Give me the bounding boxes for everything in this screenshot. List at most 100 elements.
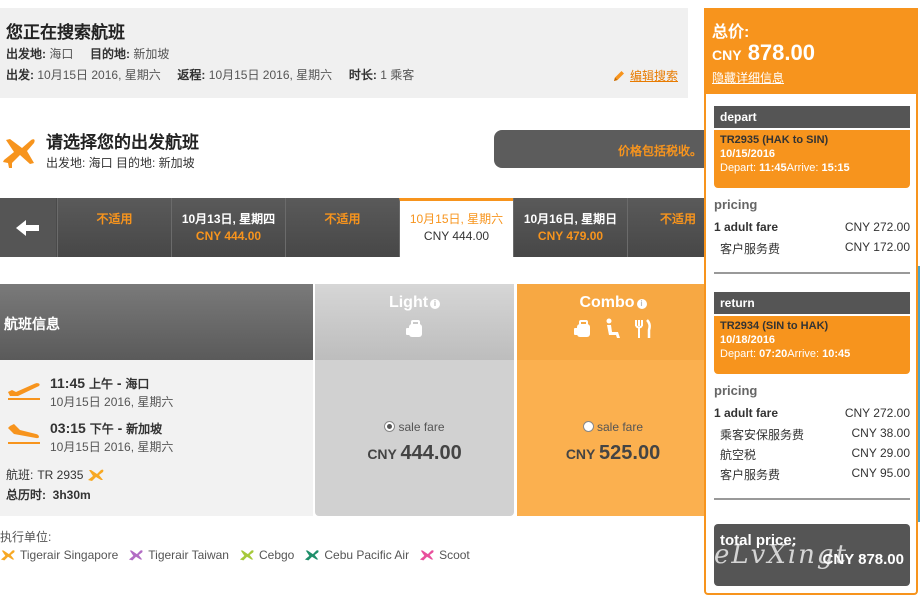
operators-label: 执行单位: (0, 530, 52, 544)
combo-fare-currency: CNY (565, 446, 596, 462)
date-cell-selected[interactable]: 10月15日, 星期六 CNY 444.00 (399, 198, 513, 257)
depart-dep-time: 11:45 (759, 162, 787, 174)
light-fare-header: Light i (315, 284, 514, 360)
edit-search-link[interactable]: 编辑搜索 (612, 67, 678, 84)
pricing-label: 航空税 (720, 448, 757, 462)
pricing-label: 1 adult fare (714, 406, 779, 420)
from-value: 海口 (49, 47, 74, 61)
return-arr-time: 10:45 (822, 348, 851, 360)
depart-value: 10月15日 2016, 星期六 (37, 68, 161, 82)
operator-plane-icon (419, 550, 434, 561)
depart-pricing-header: pricing (714, 197, 758, 212)
light-fare-radio-label: sale fare (398, 420, 445, 434)
operator-name: Scoot (439, 548, 470, 562)
date-label: 不适用 (96, 212, 133, 226)
radio-dot[interactable] (582, 421, 594, 432)
date-cell[interactable]: 不适用 (627, 198, 706, 257)
duration-value: 3h30m (52, 488, 91, 502)
flight-number-row: 航班: TR 2935 (6, 466, 105, 483)
radio-dot-selected[interactable] (384, 421, 396, 432)
depart-label: 出发: (6, 68, 34, 82)
depart-section-box: TR2935 (HAK to SIN) 10/15/2016 Depart: 1… (714, 130, 910, 188)
depart-times: Depart: 11:45Arrive: 15:15 (720, 162, 910, 174)
return-section-box: TR2934 (SIN to HAK) 10/18/2016 Depart: 0… (714, 316, 910, 374)
combo-fare-body[interactable]: sale fare CNY 525.00 (517, 360, 709, 516)
dates-row: 出发: 10月15日 2016, 星期六 返程: 10月15日 2016, 星期… (6, 66, 414, 83)
operator-item: Scoot (419, 548, 470, 562)
depart-flight: TR2935 (HAK to SIN) (720, 134, 829, 146)
date-cell[interactable]: 10月16日, 星期日 CNY 479.00 (513, 198, 627, 257)
search-summary: 您正在搜索航班 出发地: 海口 目的地: 新加坡 出发: 10月15日 2016… (0, 8, 688, 98)
duration-label: 总历时: (6, 488, 46, 502)
flight-info-body: 11:45 上午 - 海口 10月15日 2016, 星期六 03:15 下午 … (0, 360, 313, 516)
return-flight: TR2934 (SIN to HAK) (720, 320, 829, 332)
meal-icon (635, 319, 651, 338)
light-fare-currency: CNY (367, 446, 397, 462)
date-cell[interactable]: 不适用 (285, 198, 399, 257)
depart-time: 11:45 上午 - 海口 (50, 375, 150, 391)
return-value: 10月15日 2016, 星期六 (208, 68, 333, 82)
total-duration: 总历时: 3h30m (6, 486, 91, 503)
date-strip: 不适用 10月13日, 星期四 CNY 444.00 不适用 10月15日, 星… (0, 198, 706, 257)
info-icon[interactable]: i (430, 299, 441, 309)
divider (714, 498, 910, 500)
return-pricing-header: pricing (714, 383, 758, 398)
tax-included-note: 价格包括税收。 (494, 130, 706, 168)
return-times: Depart: 07:20Arrive: 10:45 (720, 348, 910, 360)
light-fare-amount: 444.00 (400, 442, 462, 464)
combo-fare-price: CNY 525.00 (517, 442, 709, 465)
light-fare-radio[interactable]: sale fare (315, 420, 514, 434)
airplane-icon (3, 139, 35, 168)
select-subtitle: 出发地: 海口 目的地: 新加坡 (46, 156, 195, 170)
depart-time-value: 11:45 (50, 375, 86, 391)
date-price: CNY 444.00 (195, 229, 262, 243)
from-label: 出发地: (6, 47, 46, 61)
operator-item: Cebgo (239, 548, 294, 562)
page: 您正在搜索航班 出发地: 海口 目的地: 新加坡 出发: 10月15日 2016… (0, 0, 920, 595)
date-cell[interactable]: 10月13日, 星期四 CNY 444.00 (171, 198, 285, 257)
depart-date: 10/15/2016 (720, 148, 776, 160)
hide-details-link[interactable]: 隐藏详细信息 (712, 69, 784, 86)
date-label: 10月16日, 星期日 (523, 212, 618, 226)
pricing-value: CNY 38.00 (851, 426, 910, 440)
combo-fare-radio-label: sale fare (596, 420, 644, 434)
pricing-row: 1 adult fare CNY 272.00 (714, 406, 910, 420)
combo-fare-radio[interactable]: sale fare (517, 420, 709, 434)
light-fare-body[interactable]: sale fare CNY 444.00 (315, 360, 514, 516)
depart-place: 海口 (125, 377, 150, 391)
combo-fare-amount: 525.00 (599, 442, 661, 464)
operator-plane-icon (129, 550, 143, 561)
arrive-date: 10月15日 2016, 星期六 (50, 440, 174, 454)
date-cell[interactable]: 不适用 (57, 198, 171, 257)
search-title: 您正在搜索航班 (6, 23, 125, 42)
operator-plane-icon (239, 550, 254, 561)
date-label: 10月13日, 星期四 (181, 212, 276, 226)
light-fare-price: CNY 444.00 (315, 442, 514, 465)
arrive-time: 03:15 下午 - 新加坡 (50, 420, 163, 436)
return-label: 返程: (177, 68, 206, 82)
watermark: eLvXingt (714, 540, 849, 570)
pricing-label: 客户服务费 (720, 468, 781, 482)
carry-on-bag-icon (574, 320, 590, 337)
route-row: 出发地: 海口 目的地: 新加坡 (6, 45, 169, 62)
info-icon[interactable]: i (636, 299, 647, 309)
duration-value: 1 乘客 (380, 68, 415, 82)
pricing-row: 乘客安保服务费 CNY 38.00 (714, 426, 910, 443)
operator-name: Cebgo (258, 548, 295, 562)
return-date: 10/18/2016 (720, 334, 776, 346)
total-amount: 878.00 (747, 40, 815, 65)
operator-name: Tigerair Taiwan (148, 548, 229, 562)
previous-dates-button[interactable] (0, 198, 56, 257)
select-flight-heading: 请选择您的出发航班 出发地: 海口 目的地: 新加坡 (0, 124, 490, 176)
date-price: CNY 479.00 (537, 229, 604, 243)
date-label: 不适用 (660, 212, 697, 226)
pricing-value: CNY 172.00 (844, 240, 910, 254)
date-label: 不适用 (324, 212, 361, 226)
depart-date: 10月15日 2016, 星期六 (50, 395, 174, 409)
pricing-row: 客户服务费 CNY 172.00 (714, 240, 910, 257)
to-value: 新加坡 (133, 47, 170, 61)
seat-icon (606, 318, 620, 338)
operator-item: Cebu Pacific Air (304, 548, 409, 562)
pricing-value: CNY 29.00 (851, 446, 910, 460)
pricing-value: CNY 272.00 (844, 220, 910, 234)
